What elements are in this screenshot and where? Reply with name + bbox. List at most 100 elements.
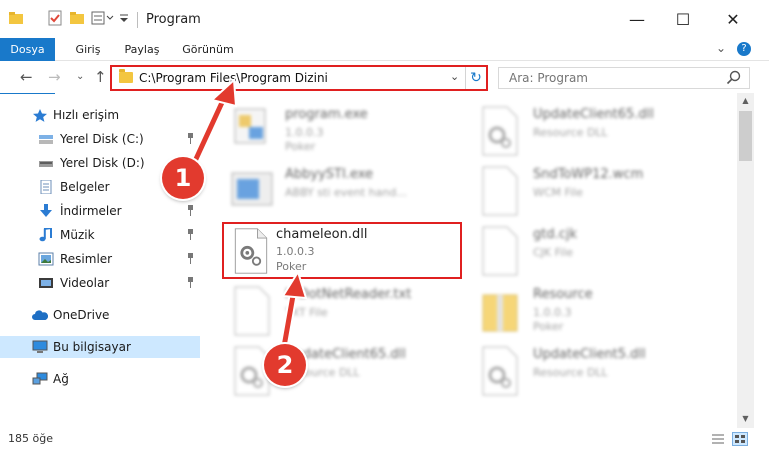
pin-icon[interactable] bbox=[186, 229, 195, 240]
pin-icon[interactable] bbox=[186, 277, 195, 288]
file-item[interactable]: hrDotNetReader.txt TXT File bbox=[229, 285, 469, 341]
file-company: Poker bbox=[276, 260, 307, 273]
download-icon bbox=[40, 204, 52, 217]
file-item[interactable]: AbbyySTI.exe ABBY sti event hand... bbox=[229, 165, 469, 221]
file-company: Poker bbox=[533, 320, 564, 333]
scroll-down-icon[interactable]: ▼ bbox=[737, 411, 754, 427]
close-button[interactable]: ✕ bbox=[710, 0, 756, 38]
file-name: program.exe bbox=[285, 107, 368, 122]
callout-step-2: 2 bbox=[264, 344, 306, 386]
folder-icon bbox=[9, 12, 23, 24]
dropdown-arrow-icon[interactable] bbox=[118, 10, 130, 26]
sidebar-item-network[interactable]: Ağ bbox=[0, 368, 200, 390]
computer-icon bbox=[32, 340, 48, 353]
navigation-pane: Hızlı erişim Yerel Disk (C:) Yerel Disk … bbox=[0, 100, 205, 420]
sidebar-item-quick-access[interactable]: Hızlı erişim bbox=[0, 104, 200, 126]
refresh-icon[interactable]: ↻ bbox=[465, 67, 486, 89]
large-icons-view-icon[interactable] bbox=[732, 432, 748, 446]
highlighted-file-chameleon[interactable]: chameleon.dll 1.0.0.3 Poker bbox=[222, 222, 462, 279]
file-name: Resource bbox=[533, 287, 593, 302]
back-arrow-icon[interactable]: ← bbox=[20, 68, 33, 86]
file-type: CJK File bbox=[533, 246, 574, 259]
title-separator bbox=[137, 12, 138, 28]
folder-icon bbox=[119, 69, 133, 83]
sidebar-item-label: İndirmeler bbox=[60, 204, 122, 218]
file-name: SndToWP12.wcm bbox=[533, 167, 644, 182]
sidebar-item-label: Videolar bbox=[60, 276, 110, 290]
sidebar-item-downloads[interactable]: İndirmeler bbox=[0, 200, 200, 222]
app-window-icon bbox=[231, 172, 273, 206]
sidebar-item-onedrive[interactable]: OneDrive bbox=[0, 304, 200, 326]
properties-icon[interactable] bbox=[47, 10, 63, 26]
file-name: chameleon.dll bbox=[276, 227, 368, 242]
address-dropdown-icon[interactable]: ⌄ bbox=[450, 70, 459, 83]
sidebar-item-label: Yerel Disk (C:) bbox=[60, 132, 144, 146]
exe-icon bbox=[234, 108, 266, 144]
file-type: TXT File bbox=[285, 306, 328, 319]
star-icon bbox=[33, 109, 47, 122]
archive-icon bbox=[482, 294, 518, 332]
sidebar-item-this-pc[interactable]: Bu bilgisayar bbox=[0, 336, 200, 358]
customize-toolbar-icon[interactable] bbox=[91, 10, 115, 26]
address-bar[interactable]: C:\Program Files\Program Dizini ⌄ ↻ bbox=[110, 65, 488, 91]
file-name: hrDotNetReader.txt bbox=[285, 287, 412, 302]
recent-locations-icon[interactable]: ⌄ bbox=[76, 71, 84, 82]
title-bar: Program — ☐ ✕ bbox=[0, 0, 769, 38]
details-view-icon[interactable] bbox=[710, 432, 726, 446]
help-icon[interactable]: ? bbox=[737, 42, 751, 56]
new-folder-icon[interactable] bbox=[69, 10, 85, 26]
file-company: Poker bbox=[285, 140, 316, 153]
drive-icon bbox=[39, 135, 53, 144]
file-type: WCM File bbox=[533, 186, 583, 199]
maximize-button[interactable]: ☐ bbox=[660, 0, 706, 38]
status-bar: 185 öğe bbox=[0, 428, 769, 450]
search-box[interactable] bbox=[498, 67, 750, 89]
blank-file-icon bbox=[482, 226, 518, 276]
file-item[interactable]: SndToWP12.wcm WCM File bbox=[477, 165, 717, 221]
file-item[interactable]: program.exe 1.0.0.3 Poker bbox=[229, 105, 469, 161]
file-item[interactable]: Resource 1.0.0.3 Poker bbox=[477, 285, 717, 341]
file-name: UpdateClient5.dll bbox=[533, 347, 646, 362]
file-version: 1.0.0.3 bbox=[276, 245, 315, 258]
minimize-button[interactable]: — bbox=[614, 0, 660, 38]
dll-gear-icon bbox=[482, 346, 518, 396]
network-icon bbox=[32, 372, 48, 385]
sidebar-item-label: Belgeler bbox=[60, 180, 110, 194]
sidebar-item-pictures[interactable]: Resimler bbox=[0, 248, 200, 270]
videos-icon bbox=[39, 278, 53, 288]
search-icon[interactable] bbox=[725, 70, 743, 86]
file-name: UpdateClient65.dll bbox=[533, 107, 654, 122]
scroll-thumb[interactable] bbox=[739, 111, 752, 161]
sidebar-item-label: Müzik bbox=[60, 228, 95, 242]
drive-icon bbox=[39, 161, 53, 167]
tab-home[interactable]: Giriş bbox=[66, 38, 110, 61]
sidebar-item-music[interactable]: Müzik bbox=[0, 224, 200, 246]
blank-file-icon bbox=[234, 286, 270, 336]
sidebar-item-label: Hızlı erişim bbox=[53, 108, 120, 122]
file-item[interactable]: UpdateClient5.dll Resource DLL bbox=[477, 345, 717, 401]
sidebar-item-videos[interactable]: Videolar bbox=[0, 272, 200, 294]
file-item[interactable]: UpdateClient65.dll Resource DLL bbox=[477, 105, 717, 161]
navigation-bar: ← → ⌄ ↑ C:\Program Files\Program Dizini … bbox=[0, 61, 769, 93]
ribbon-tabs: Dosya Giriş Paylaş Görünüm ⌄ ? bbox=[0, 38, 769, 94]
sidebar-item-label: Resimler bbox=[60, 252, 113, 266]
vertical-scrollbar[interactable]: ▲ ▼ bbox=[737, 93, 754, 428]
expand-ribbon-icon[interactable]: ⌄ bbox=[716, 41, 726, 55]
search-input[interactable] bbox=[499, 68, 719, 88]
up-arrow-icon[interactable]: ↑ bbox=[94, 68, 107, 86]
sidebar-item-disk-c[interactable]: Yerel Disk (C:) bbox=[0, 128, 200, 150]
file-name: gtd.cjk bbox=[533, 227, 578, 242]
tab-view[interactable]: Görünüm bbox=[176, 38, 240, 61]
forward-arrow-icon[interactable]: → bbox=[48, 68, 61, 86]
sidebar-item-label: Bu bilgisayar bbox=[53, 340, 131, 354]
scroll-up-icon[interactable]: ▲ bbox=[737, 93, 754, 109]
tab-share[interactable]: Paylaş bbox=[118, 38, 166, 61]
pin-icon[interactable] bbox=[186, 253, 195, 264]
file-item[interactable]: gtd.cjk CJK File bbox=[477, 225, 717, 281]
dll-gear-icon bbox=[234, 228, 268, 274]
pin-icon[interactable] bbox=[186, 205, 195, 216]
sidebar-item-label: Yerel Disk (D:) bbox=[60, 156, 145, 170]
pin-icon[interactable] bbox=[186, 133, 195, 144]
sidebar-item-label: OneDrive bbox=[53, 308, 110, 322]
address-path[interactable]: C:\Program Files\Program Dizini bbox=[139, 71, 328, 85]
